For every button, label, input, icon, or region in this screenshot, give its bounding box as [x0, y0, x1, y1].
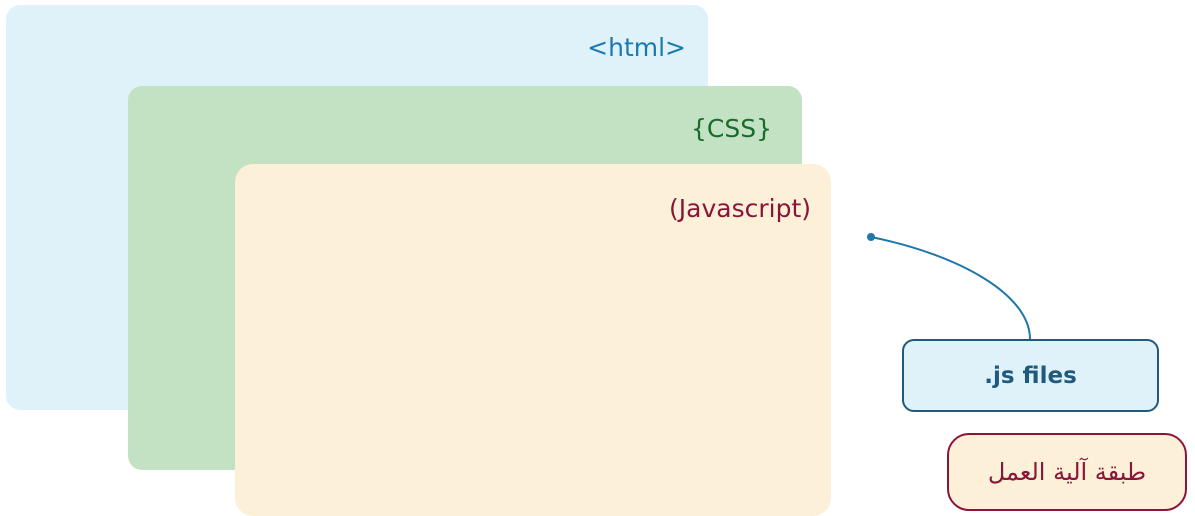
connector-curve: [870, 236, 1031, 340]
javascript-layer-label: (Javascript): [669, 194, 811, 223]
behavior-layer-label: طبقة آلية العمل: [987, 458, 1147, 486]
html-layer-label: <html>: [587, 33, 686, 62]
connector-endpoint-dot: [867, 233, 875, 241]
behavior-layer-callout: طبقة آلية العمل: [947, 433, 1187, 511]
js-files-callout: .js files: [902, 339, 1159, 412]
javascript-layer: (Javascript): [235, 164, 831, 516]
css-layer-label: {CSS}: [690, 114, 772, 143]
js-files-label: .js files: [984, 362, 1077, 389]
